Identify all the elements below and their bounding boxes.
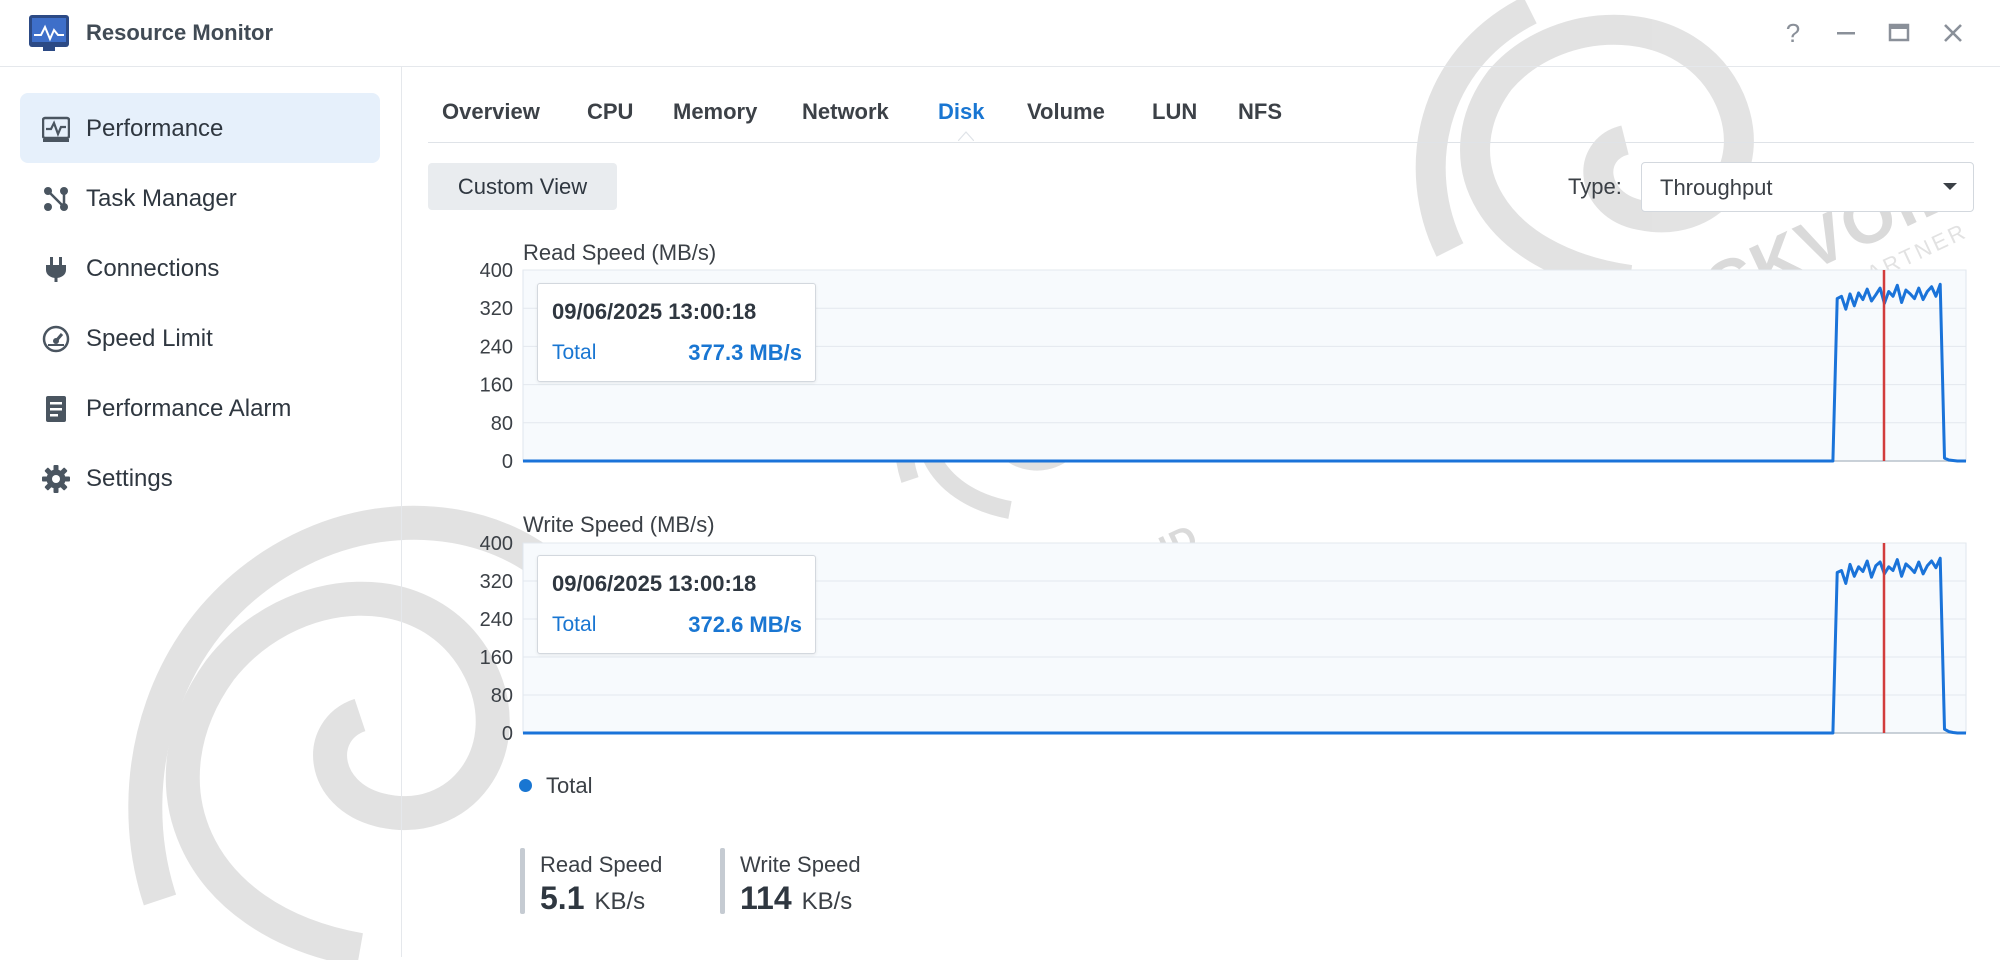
sidebar-item-speed-limit[interactable]: Speed Limit: [20, 303, 380, 373]
y-tick-label: 240: [480, 336, 513, 358]
type-select[interactable]: Throughput: [1641, 162, 1974, 212]
sidebar-item-settings[interactable]: Settings: [20, 443, 380, 513]
sidebar-item-connections[interactable]: Connections: [20, 233, 380, 303]
sidebar-item-task-manager[interactable]: Task Manager: [20, 163, 380, 233]
sidebar-item-label: Settings: [86, 465, 173, 492]
stat-divider: [520, 848, 525, 914]
write-chart-title: Write Speed (MB/s): [523, 512, 715, 537]
resource-monitor-app-icon: [29, 15, 69, 51]
tooltip-value: 377.3 MB/s: [688, 340, 802, 365]
chevron-down-icon: [1943, 183, 1957, 190]
stat-value: 114 KB/s: [740, 880, 853, 916]
tooltip-value: 372.6 MB/s: [688, 612, 802, 637]
close-icon: [1944, 24, 1962, 42]
y-tick-label: 240: [480, 609, 513, 631]
tooltip-timestamp: 09/06/2025 13:00:18: [552, 299, 757, 324]
sidebar-item-label: Performance: [86, 115, 224, 142]
legend-label: Total: [546, 773, 593, 798]
stat-value: 5.1 KB/s: [540, 880, 646, 916]
custom-view-button[interactable]: Custom View: [428, 163, 617, 210]
sidebar-item-performance[interactable]: Performance: [20, 93, 380, 163]
y-tick-label: 400: [480, 260, 513, 282]
tab-overview[interactable]: Overview: [442, 99, 540, 125]
read-chart-title: Read Speed (MB/s): [523, 240, 717, 265]
tooltip-timestamp: 09/06/2025 13:00:18: [552, 571, 757, 596]
maximize-button[interactable]: [1884, 18, 1914, 48]
read-chart-tooltip: 09/06/2025 13:00:18 Total 377.3 MB/s: [537, 283, 816, 382]
tab-disk[interactable]: Disk: [938, 99, 984, 125]
y-tick-label: 160: [480, 647, 513, 669]
legend-marker: [519, 779, 532, 792]
sidebar-item-label: Connections: [86, 255, 220, 282]
stat-divider: [720, 848, 725, 914]
question-icon: ?: [1785, 18, 1801, 48]
y-tick-label: 320: [480, 298, 513, 320]
y-tick-label: 160: [480, 375, 513, 397]
sidebar-item-label: Performance Alarm: [86, 395, 292, 422]
tab-bar: Overview CPU Memory Network Disk Volume …: [428, 80, 1974, 143]
minimize-button[interactable]: [1831, 18, 1861, 48]
stat-unit: KB/s: [594, 888, 646, 915]
tooltip-series-label: Total: [552, 613, 597, 636]
task-manager-icon: [44, 187, 68, 211]
stat-label: Write Speed: [740, 852, 861, 877]
y-tick-label: 0: [502, 723, 513, 745]
tooltip-series-label: Total: [552, 341, 597, 364]
sidebar-item-performance-alarm[interactable]: Performance Alarm: [20, 373, 380, 443]
sidebar-item-label: Speed Limit: [86, 325, 213, 352]
y-tick-label: 320: [480, 571, 513, 593]
window-title: Resource Monitor: [86, 20, 274, 45]
close-button[interactable]: [1938, 18, 1968, 48]
tab-lun[interactable]: LUN: [1152, 99, 1197, 125]
gear-icon: [42, 465, 70, 493]
maximize-icon: [1888, 23, 1910, 42]
performance-icon: [42, 116, 70, 142]
active-tab-indicator: [958, 131, 974, 141]
write-chart-tooltip: 09/06/2025 13:00:18 Total 372.6 MB/s: [537, 555, 816, 654]
title-bar: Resource Monitor ?: [0, 0, 2000, 67]
type-label: Type:: [1568, 174, 1622, 199]
stat-label: Read Speed: [540, 852, 663, 877]
sidebar: Performance Task Manager Connections Spe…: [0, 67, 402, 957]
tab-nfs[interactable]: NFS: [1238, 99, 1282, 125]
document-icon: [46, 396, 66, 422]
help-button[interactable]: ?: [1778, 18, 1808, 48]
minimize-icon: [1837, 32, 1855, 35]
tab-cpu[interactable]: CPU: [587, 99, 633, 125]
y-tick-label: 80: [491, 413, 513, 435]
y-tick-label: 400: [480, 533, 513, 555]
tab-network[interactable]: Network: [802, 99, 889, 125]
plug-icon: [46, 257, 66, 282]
tab-volume[interactable]: Volume: [1027, 99, 1105, 125]
gauge-icon: [42, 325, 70, 353]
sidebar-item-label: Task Manager: [86, 185, 237, 212]
y-tick-label: 0: [502, 451, 513, 473]
stat-unit: KB/s: [801, 888, 853, 915]
tab-memory[interactable]: Memory: [673, 99, 757, 125]
type-select-value: Throughput: [1660, 175, 1773, 200]
y-tick-label: 80: [491, 685, 513, 707]
